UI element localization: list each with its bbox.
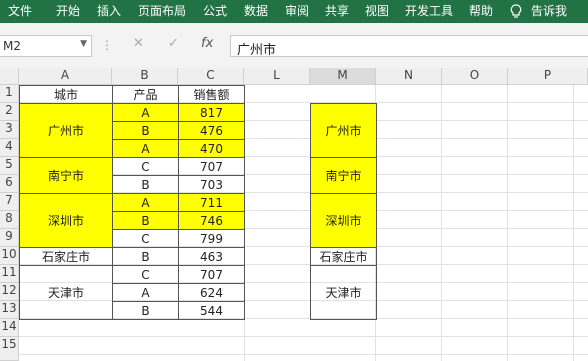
row-header[interactable]: 15 (0, 337, 19, 361)
tab-formulas[interactable]: 公式 (203, 0, 227, 23)
product-cell[interactable]: A (112, 193, 179, 212)
formula-input[interactable]: 广州市 (230, 35, 588, 58)
header-product[interactable]: 产品 (112, 85, 179, 104)
name-box[interactable]: M2 ▼ (0, 35, 92, 57)
list-cell[interactable]: 南宁市 (310, 157, 377, 194)
lightbulb-icon[interactable] (510, 0, 522, 23)
tab-file[interactable]: 文件 (8, 0, 32, 23)
formula-value: 广州市 (237, 43, 277, 58)
sales-cell[interactable]: 470 (178, 139, 245, 158)
product-cell[interactable]: A (112, 139, 179, 158)
chevron-down-icon[interactable]: ▼ (80, 39, 87, 49)
row-header[interactable]: 12 (0, 283, 19, 301)
row-header[interactable]: 8 (0, 211, 19, 229)
product-cell[interactable]: B (112, 121, 179, 140)
product-cell[interactable]: A (112, 103, 179, 122)
sales-cell[interactable]: 476 (178, 121, 245, 140)
select-all-corner[interactable] (0, 68, 19, 85)
column-header-b[interactable]: B (112, 68, 178, 85)
header-sales[interactable]: 销售额 (178, 85, 245, 104)
row-header[interactable]: 2 (0, 103, 19, 121)
column-header-m[interactable]: M (310, 68, 376, 85)
city-cell[interactable]: 石家庄市 (19, 247, 113, 266)
column-header-c[interactable]: C (178, 68, 244, 85)
spreadsheet-grid[interactable]: A B C L M N O P 1 2 3 4 5 6 7 8 9 10 11 … (0, 68, 588, 361)
column-header-o[interactable]: O (442, 68, 508, 85)
list-cell[interactable]: 石家庄市 (310, 247, 377, 266)
sales-cell[interactable]: 707 (178, 265, 245, 284)
header-city[interactable]: 城市 (19, 85, 113, 104)
row-header[interactable]: 11 (0, 265, 19, 283)
row-header[interactable]: 5 (0, 157, 19, 175)
more-options-icon[interactable]: ⋮ (101, 38, 113, 52)
sales-cell[interactable]: 544 (178, 301, 245, 320)
sales-cell[interactable]: 624 (178, 283, 245, 302)
tab-page-layout[interactable]: 页面布局 (138, 0, 186, 23)
sales-cell[interactable]: 817 (178, 103, 245, 122)
product-cell[interactable]: C (112, 229, 179, 248)
column-header-p[interactable]: P (508, 68, 588, 85)
row-header[interactable]: 9 (0, 229, 19, 247)
row-header[interactable]: 1 (0, 85, 19, 103)
column-header-l[interactable]: L (244, 68, 310, 85)
tab-view[interactable]: 视图 (365, 0, 389, 23)
column-header-a[interactable]: A (19, 68, 112, 85)
row-header[interactable]: 13 (0, 301, 19, 319)
row-header[interactable]: 3 (0, 121, 19, 139)
city-cell[interactable]: 广州市 (19, 103, 113, 158)
selected-cell-m2[interactable]: 广州市 (310, 103, 377, 158)
sales-cell[interactable]: 711 (178, 193, 245, 212)
row-header[interactable]: 10 (0, 247, 19, 265)
list-cell[interactable]: 天津市 (310, 265, 377, 320)
city-cell[interactable]: 深圳市 (19, 193, 113, 248)
product-cell[interactable]: B (112, 301, 179, 320)
list-cell[interactable]: 深圳市 (310, 193, 377, 248)
city-cell[interactable]: 南宁市 (19, 157, 113, 194)
product-cell[interactable]: A (112, 283, 179, 302)
sales-cell[interactable]: 799 (178, 229, 245, 248)
grid-line (573, 85, 574, 361)
sales-cell[interactable]: 703 (178, 175, 245, 194)
sales-cell[interactable]: 463 (178, 247, 245, 266)
sales-cell[interactable]: 746 (178, 211, 245, 230)
insert-function-icon[interactable]: fx (201, 36, 213, 51)
grid-line (441, 85, 442, 361)
grid-line (507, 85, 508, 361)
product-cell[interactable]: C (112, 265, 179, 284)
product-cell[interactable]: B (112, 175, 179, 194)
product-cell[interactable]: C (112, 157, 179, 176)
row-header[interactable]: 7 (0, 193, 19, 211)
tab-home[interactable]: 开始 (56, 0, 80, 23)
ribbon-bar: 文件 开始 插入 页面布局 公式 数据 审阅 共享 视图 开发工具 帮助 告诉我 (0, 0, 588, 23)
row-header[interactable]: 6 (0, 175, 19, 193)
sales-cell[interactable]: 707 (178, 157, 245, 176)
column-header-n[interactable]: N (376, 68, 442, 85)
tab-data[interactable]: 数据 (244, 0, 268, 23)
tab-developer[interactable]: 开发工具 (405, 0, 453, 23)
name-box-value: M2 (3, 39, 21, 53)
product-cell[interactable]: B (112, 247, 179, 266)
row-header[interactable]: 14 (0, 319, 19, 337)
tab-insert[interactable]: 插入 (97, 0, 121, 23)
row-header[interactable]: 4 (0, 139, 19, 157)
tab-review[interactable]: 审阅 (285, 0, 309, 23)
tab-share[interactable]: 共享 (325, 0, 349, 23)
city-cell[interactable]: 天津市 (19, 265, 113, 320)
enter-icon[interactable]: ✓ (168, 36, 179, 51)
product-cell[interactable]: B (112, 211, 179, 230)
formula-toolbar: M2 ▼ ⋮ ✕ ✓ fx 广州市 I (0, 23, 588, 84)
tell-me-search[interactable]: 告诉我 (531, 0, 567, 23)
tab-help[interactable]: 帮助 (469, 0, 493, 23)
cancel-icon[interactable]: ✕ (133, 36, 144, 51)
